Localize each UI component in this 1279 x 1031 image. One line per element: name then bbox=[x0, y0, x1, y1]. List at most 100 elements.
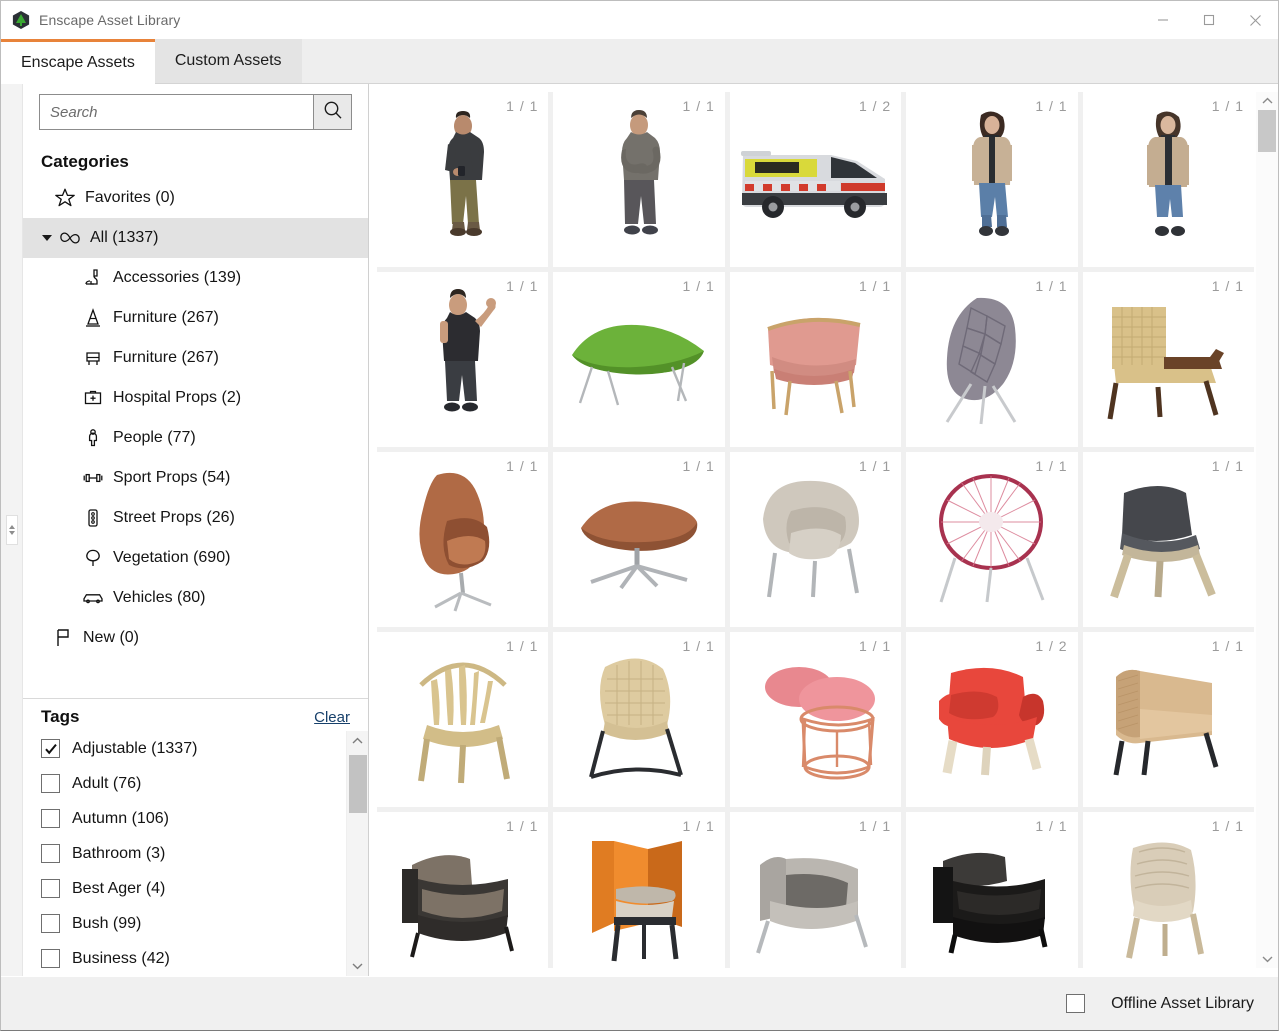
tag-checkbox[interactable] bbox=[41, 844, 60, 863]
sidebar-item-vegetation[interactable]: Vegetation (690) bbox=[23, 538, 368, 578]
asset-badge: 1 / 1 bbox=[682, 818, 715, 834]
asset-badge: 1 / 1 bbox=[1035, 818, 1068, 834]
asset-rattan-armchair[interactable]: 1 / 1 bbox=[1082, 272, 1254, 447]
tag-checkbox[interactable] bbox=[41, 774, 60, 793]
tab-custom-assets[interactable]: Custom Assets bbox=[154, 39, 302, 83]
tag-item-bush[interactable]: Bush (99) bbox=[41, 906, 346, 941]
infinity-icon bbox=[58, 226, 82, 250]
sidebar-item-new[interactable]: New (0) bbox=[23, 618, 368, 658]
tags-list: Adjustable (1337) Adult (76) Autumn (106… bbox=[23, 731, 346, 976]
enscape-tree-icon bbox=[12, 11, 30, 29]
person-icon bbox=[81, 426, 105, 450]
asset-grid-scroll-track[interactable] bbox=[1257, 110, 1277, 950]
asset-grid-scrollbar[interactable] bbox=[1256, 92, 1278, 968]
chevron-down-icon[interactable] bbox=[42, 235, 52, 241]
tag-checkbox[interactable] bbox=[41, 809, 60, 828]
sidebar-item-all[interactable]: All (1337) bbox=[23, 218, 368, 258]
asset-man-arms-crossed[interactable]: 1 / 1 bbox=[553, 92, 725, 267]
title-bar: Enscape Asset Library bbox=[1, 1, 1278, 39]
asset-grey-lounge-armchair[interactable]: 1 / 1 bbox=[729, 812, 902, 968]
asset-ambulance-van[interactable]: 1 / 2 bbox=[729, 92, 902, 267]
chevron-up-icon[interactable] bbox=[1257, 92, 1277, 110]
star-icon bbox=[53, 186, 77, 210]
tag-item-adjustable[interactable]: Adjustable (1337) bbox=[41, 731, 346, 766]
asset-green-lounge-chair[interactable]: 1 / 1 bbox=[553, 272, 725, 447]
asset-tan-tub-sofa[interactable]: 1 / 1 bbox=[1082, 632, 1254, 807]
sidebar-item-people-label: People (77) bbox=[113, 429, 196, 446]
sidebar-item-street-props[interactable]: Street Props (26) bbox=[23, 498, 368, 538]
tag-item-best-ager[interactable]: Best Ager (4) bbox=[41, 871, 346, 906]
tag-item-business[interactable]: Business (42) bbox=[41, 941, 346, 976]
asset-acapulco-chair[interactable]: 1 / 1 bbox=[906, 452, 1078, 627]
asset-grid-scroll-thumb[interactable] bbox=[1258, 110, 1276, 152]
asset-beige-wing-chair[interactable]: 1 / 1 bbox=[1082, 812, 1254, 968]
tags-scroll-thumb[interactable] bbox=[348, 755, 367, 813]
asset-thumbnail bbox=[377, 452, 548, 627]
sidebar-item-favorites[interactable]: Favorites (0) bbox=[23, 178, 368, 218]
asset-badge: 1 / 1 bbox=[1035, 98, 1068, 114]
asset-red-armchair[interactable]: 1 / 2 bbox=[906, 632, 1078, 807]
asset-dark-leather-armchair[interactable]: 1 / 1 bbox=[377, 812, 549, 968]
asset-black-cube-armchair[interactable]: 1 / 1 bbox=[906, 812, 1078, 968]
asset-wood-lounge-chair[interactable]: 1 / 1 bbox=[1082, 452, 1254, 627]
tag-checkbox-checked[interactable] bbox=[41, 739, 60, 758]
categories-title: Categories bbox=[41, 152, 129, 171]
chevron-down-icon[interactable] bbox=[1257, 950, 1277, 968]
close-icon[interactable] bbox=[1232, 1, 1278, 39]
offline-asset-library-label: Offline Asset Library bbox=[1111, 994, 1254, 1012]
offline-asset-library-checkbox[interactable] bbox=[1066, 994, 1086, 1013]
asset-thumbnail bbox=[906, 632, 1077, 807]
chevron-up-icon[interactable] bbox=[347, 731, 369, 751]
tag-checkbox[interactable] bbox=[41, 879, 60, 898]
minimize-icon[interactable] bbox=[1140, 1, 1186, 39]
chevron-down-icon[interactable] bbox=[347, 956, 369, 976]
sidebar-item-sport-props[interactable]: Sport Props (54) bbox=[23, 458, 368, 498]
asset-leather-ottoman[interactable]: 1 / 1 bbox=[553, 452, 725, 627]
sidebar-item-furniture[interactable]: Furniture (267) bbox=[23, 338, 368, 378]
tab-enscape-assets[interactable]: Enscape Assets bbox=[1, 39, 155, 84]
search-button[interactable] bbox=[313, 95, 351, 129]
asset-man-waving[interactable]: 1 / 1 bbox=[377, 272, 549, 447]
sidebar-item-construction-label: Furniture (267) bbox=[113, 309, 219, 326]
sidebar-item-people[interactable]: People (77) bbox=[23, 418, 368, 458]
asset-thumbnail bbox=[377, 812, 548, 968]
asset-beige-womb-chair[interactable]: 1 / 1 bbox=[729, 452, 902, 627]
asset-rattan-wing-chair[interactable]: 1 / 1 bbox=[553, 632, 725, 807]
sidebar-splitter[interactable] bbox=[1, 84, 23, 976]
asset-leather-egg-chair[interactable]: 1 / 1 bbox=[377, 452, 549, 627]
asset-woman-coat-walking[interactable]: 1 / 1 bbox=[906, 92, 1078, 267]
maximize-icon[interactable] bbox=[1186, 1, 1232, 39]
sidebar-item-vehicles[interactable]: Vehicles (80) bbox=[23, 578, 368, 618]
asset-man-with-phone[interactable]: 1 / 1 bbox=[377, 92, 549, 267]
asset-orange-privacy-chair[interactable]: 1 / 1 bbox=[553, 812, 725, 968]
armchair-icon bbox=[81, 346, 105, 370]
asset-grey-shell-chair[interactable]: 1 / 1 bbox=[906, 272, 1078, 447]
tags-scroll-track[interactable] bbox=[347, 751, 369, 956]
tag-item-adult[interactable]: Adult (76) bbox=[41, 766, 346, 801]
accessories-icon bbox=[81, 266, 105, 290]
tag-item-autumn[interactable]: Autumn (106) bbox=[41, 801, 346, 836]
sidebar-item-accessories[interactable]: Accessories (139) bbox=[23, 258, 368, 298]
tag-checkbox[interactable] bbox=[41, 914, 60, 933]
asset-badge: 1 / 1 bbox=[1211, 638, 1244, 654]
asset-thumbnail bbox=[906, 452, 1077, 627]
asset-woman-coat-standing[interactable]: 1 / 1 bbox=[1082, 92, 1254, 267]
sidebar-item-construction[interactable]: Furniture (267) bbox=[23, 298, 368, 338]
tags-clear-link[interactable]: Clear bbox=[314, 709, 350, 726]
asset-pink-tub-chair[interactable]: 1 / 1 bbox=[729, 272, 902, 447]
search-input[interactable] bbox=[40, 95, 313, 129]
tag-item-bathroom[interactable]: Bathroom (3) bbox=[41, 836, 346, 871]
tags-scrollbar[interactable] bbox=[346, 731, 368, 976]
tag-label: Adjustable (1337) bbox=[72, 739, 198, 757]
tag-checkbox[interactable] bbox=[41, 949, 60, 968]
asset-thumbnail bbox=[377, 272, 548, 447]
asset-badge: 1 / 1 bbox=[1211, 278, 1244, 294]
sidebar-item-sport-props-label: Sport Props (54) bbox=[113, 469, 231, 486]
asset-windsor-chair[interactable]: 1 / 1 bbox=[377, 632, 549, 807]
asset-thumbnail bbox=[730, 632, 901, 807]
asset-pink-round-table[interactable]: 1 / 1 bbox=[729, 632, 902, 807]
flag-icon bbox=[51, 626, 75, 650]
sidebar-item-hospital-props[interactable]: Hospital Props (2) bbox=[23, 378, 368, 418]
sidebar: Categories Favorites (0) bbox=[23, 84, 369, 976]
offline-asset-library-row[interactable]: Offline Asset Library bbox=[1066, 994, 1254, 1013]
